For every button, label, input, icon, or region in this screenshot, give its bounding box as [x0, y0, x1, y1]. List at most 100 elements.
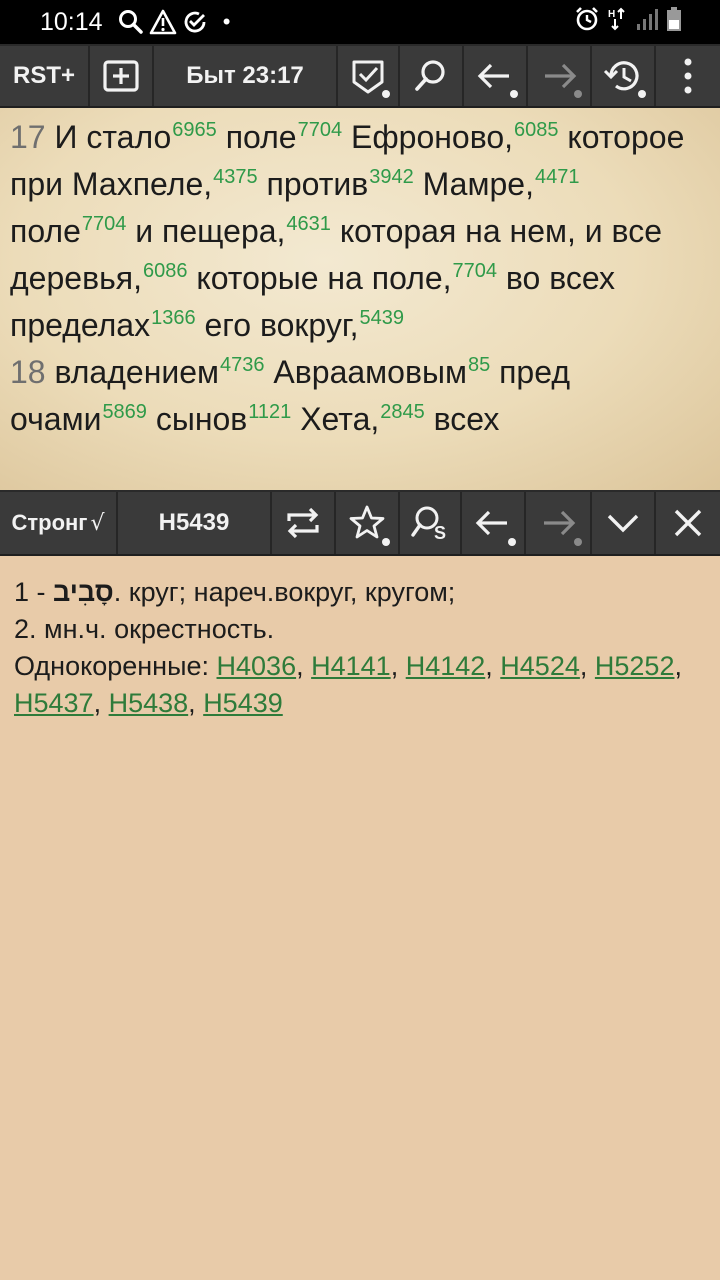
strong-search-button[interactable]: S — [400, 492, 462, 554]
close-button[interactable] — [656, 492, 720, 554]
related-link[interactable]: H4142 — [406, 651, 486, 681]
strong-forward-button[interactable] — [526, 492, 592, 554]
check-circle-icon — [179, 6, 211, 38]
overflow-menu-button[interactable] — [656, 46, 720, 106]
verse-number: 18 — [10, 354, 46, 390]
arrow-right-icon — [545, 63, 577, 89]
strong-code-button[interactable]: H5439 — [118, 492, 272, 554]
strong-number[interactable]: 5439 — [359, 307, 404, 329]
word[interactable]: Хета, — [291, 401, 379, 437]
bible-text-panel[interactable]: 17 И стало6965 поле7704 Ефроново,6085 ко… — [0, 108, 720, 490]
repeat-icon — [287, 507, 319, 539]
verse-17[interactable]: 17 И стало6965 поле7704 Ефроново,6085 ко… — [10, 119, 684, 343]
word[interactable]: поле — [217, 119, 297, 155]
svg-text:H: H — [608, 9, 615, 20]
close-icon — [674, 509, 702, 537]
forward-button[interactable] — [528, 46, 592, 106]
arrow-left-icon — [477, 63, 509, 89]
strong-number[interactable]: 1366 — [151, 307, 196, 329]
related-link[interactable]: H4524 — [500, 651, 580, 681]
collapse-button[interactable] — [592, 492, 656, 554]
menu-dot — [510, 90, 518, 98]
add-bookmark-button[interactable] — [90, 46, 154, 106]
word[interactable]: всех — [425, 401, 500, 437]
word[interactable]: поле — [10, 213, 81, 249]
strong-label: Стронг — [11, 510, 88, 535]
word[interactable]: владением — [54, 354, 219, 390]
svg-text:S: S — [434, 523, 446, 543]
data-arrows-icon: H — [608, 7, 628, 36]
search-icon — [115, 6, 147, 38]
battery-icon — [666, 6, 682, 37]
dot-icon: • — [222, 9, 231, 34]
strong-number[interactable]: 5869 — [102, 401, 147, 423]
history-icon — [603, 61, 639, 91]
sync-button[interactable] — [272, 492, 336, 554]
strong-number[interactable]: 4736 — [220, 354, 265, 376]
word[interactable]: сынов — [147, 401, 247, 437]
strong-number[interactable]: 2845 — [380, 401, 425, 423]
strong-toolbar: Стронг √ H5439 S — [0, 490, 720, 556]
alarm-icon — [574, 6, 600, 37]
reference-label: Быт 23:17 — [186, 62, 304, 89]
word[interactable]: которые на поле, — [187, 260, 451, 296]
reference-button[interactable]: Быт 23:17 — [154, 46, 338, 106]
related-words: Однокоренные: H4036, H4141, H4142, H4524… — [14, 651, 682, 718]
related-link[interactable]: H4036 — [217, 651, 297, 681]
star-icon — [349, 505, 385, 539]
strong-number[interactable]: 7704 — [298, 119, 343, 141]
plus-box-icon — [103, 60, 139, 92]
check-shield-icon — [352, 60, 384, 94]
word[interactable]: И стало — [54, 119, 171, 155]
related-link[interactable]: H4141 — [311, 651, 391, 681]
definition-line-1: 1 - סָבִיב. круг; нареч.вокруг, кругом; — [14, 574, 704, 611]
strong-code: H5439 — [158, 509, 230, 536]
strong-number[interactable]: 6965 — [172, 119, 217, 141]
word[interactable]: его вокруг, — [196, 307, 358, 343]
back-button[interactable] — [464, 46, 528, 106]
menu-dot — [382, 90, 390, 98]
definition-prefix: 1 - — [14, 577, 54, 607]
verse-text: 17 И стало6965 поле7704 Ефроново,6085 ко… — [10, 114, 700, 443]
related-link[interactable]: H5252 — [595, 651, 675, 681]
strong-number[interactable]: 7704 — [82, 213, 127, 235]
arrow-left-icon — [475, 510, 507, 536]
strong-number[interactable]: 3942 — [369, 166, 414, 188]
module-button[interactable]: RST+ — [0, 46, 90, 106]
definition-text: . круг; нареч.вокруг, кругом; — [113, 577, 456, 607]
strong-number[interactable]: 1121 — [248, 401, 291, 423]
word[interactable]: Мамре, — [414, 166, 534, 202]
strong-number[interactable]: 4375 — [213, 166, 258, 188]
chevron-down-icon — [607, 514, 639, 533]
strong-number[interactable]: 7704 — [453, 260, 498, 282]
status-bar: 10:14 • H — [0, 0, 720, 44]
strong-back-button[interactable] — [462, 492, 526, 554]
definition-line-2: 2. мн.ч. окрестность. — [14, 614, 275, 644]
strong-number[interactable]: 6086 — [143, 260, 188, 282]
related-link[interactable]: H5439 — [203, 688, 283, 718]
word[interactable]: и пещера, — [126, 213, 285, 249]
word[interactable]: Ефроново, — [342, 119, 513, 155]
menu-dot — [574, 538, 582, 546]
strong-definition: 1 - סָבִיב. круг; нареч.вокруг, кругом; … — [14, 574, 704, 722]
hebrew-word: סָבִיב — [53, 577, 114, 607]
check-mark-icon: √ — [90, 510, 105, 536]
search-button[interactable] — [400, 46, 464, 106]
word[interactable]: против — [258, 166, 369, 202]
word[interactable]: Авраамовым — [265, 354, 467, 390]
strong-number[interactable]: 85 — [468, 354, 490, 376]
strong-dictionary-button[interactable]: Стронг √ — [0, 492, 118, 554]
related-label: Однокоренные: — [14, 651, 209, 681]
more-vert-icon — [684, 58, 692, 94]
strong-number[interactable]: 4631 — [286, 213, 331, 235]
strong-number[interactable]: 4471 — [535, 166, 580, 188]
search-strong-icon: S — [411, 506, 446, 543]
history-button[interactable] — [592, 46, 656, 106]
arrow-right-icon — [544, 510, 576, 536]
related-link[interactable]: H5438 — [109, 688, 189, 718]
verse-18[interactable]: 18 владением4736 Авраамовым85 пред очами… — [10, 354, 570, 437]
related-link[interactable]: H5437 — [14, 688, 94, 718]
strong-number[interactable]: 6085 — [514, 119, 559, 141]
favorite-button[interactable] — [336, 492, 400, 554]
select-check-button[interactable] — [338, 46, 400, 106]
